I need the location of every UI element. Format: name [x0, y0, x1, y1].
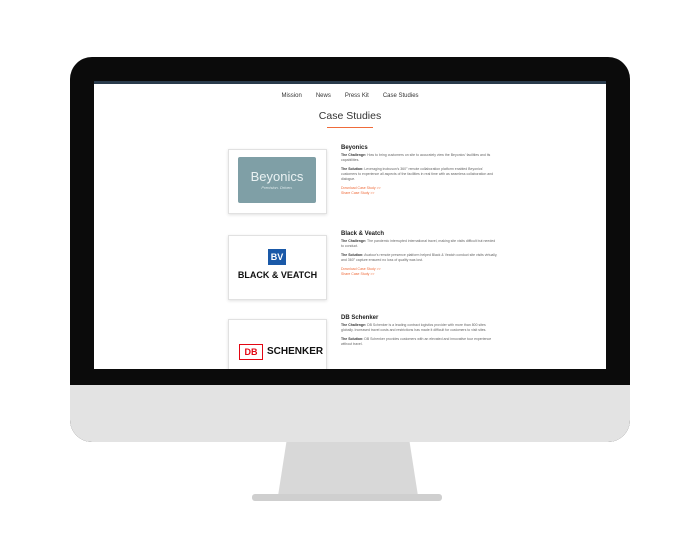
db-schenker-logo-card[interactable]: DB SCHENKER: [228, 319, 327, 369]
monitor-base: [252, 494, 442, 501]
solution-text: DB Schenker provides customers with an e…: [341, 337, 492, 346]
share-case-study-link[interactable]: Share Case Study >>: [341, 191, 499, 196]
share-case-study-link[interactable]: Share Case Study >>: [341, 272, 499, 277]
bv-logo-mark: BV: [268, 249, 286, 265]
beyonics-logo-card[interactable]: Beyonics Precision. Driven.: [228, 149, 327, 214]
nav-news[interactable]: News: [316, 93, 331, 99]
db-schenker-text: DB Schenker The Challenge: DB Schenker i…: [341, 315, 499, 351]
case-name: Black & Veatch: [341, 231, 385, 237]
nav-press-kit[interactable]: Press Kit: [345, 93, 369, 99]
case-name: DB Schenker: [341, 315, 379, 321]
top-nav: Mission News Press Kit Case Studies: [94, 93, 606, 99]
bv-wordmark: BLACK & VEATCH: [237, 270, 318, 280]
title-underline: [327, 127, 373, 128]
black-veatch-logo-card[interactable]: BV BLACK & VEATCH: [228, 235, 327, 300]
nav-case-studies[interactable]: Case Studies: [383, 93, 419, 99]
case-name: Beyonics: [341, 145, 368, 151]
top-bar: [94, 81, 606, 84]
monitor-stand: [278, 442, 418, 496]
beyonics-logo: Beyonics Precision. Driven.: [238, 157, 316, 203]
page-title: Case Studies: [318, 110, 382, 122]
nav-mission[interactable]: Mission: [281, 93, 301, 99]
screen: Mission News Press Kit Case Studies Case…: [94, 81, 606, 369]
db-logo-mark: DB: [239, 344, 263, 360]
solution-text: Leveraging inobuson's 360° remote collab…: [341, 167, 494, 181]
solution-text: Avatour's remote presence platform helpe…: [341, 253, 498, 262]
schenker-wordmark: SCHENKER: [267, 346, 324, 357]
beyonics-text: Beyonics The Challenge: How to bring cus…: [341, 145, 499, 196]
black-veatch-text: Black & Veatch The Challenge: The pandem…: [341, 231, 499, 277]
monitor: Mission News Press Kit Case Studies Case…: [70, 57, 630, 442]
monitor-chin: [70, 385, 630, 442]
